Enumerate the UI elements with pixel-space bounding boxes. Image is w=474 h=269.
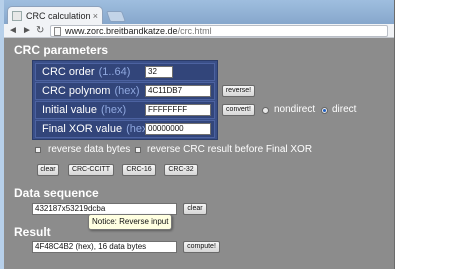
reverse-button[interactable]: reverse! bbox=[222, 85, 255, 97]
back-arrow-icon[interactable]: ◄ bbox=[8, 25, 18, 37]
browser-toolbar: ◄ ► ↻ www.zorc.breitbandkatze.de /crc.ht… bbox=[4, 24, 394, 38]
final-xor-label: Final XOR value (hex) bbox=[42, 123, 152, 135]
desktop-background bbox=[395, 0, 474, 269]
tab-title: CRC calculation bbox=[26, 11, 91, 21]
crc-16-button[interactable]: CRC-16 bbox=[122, 164, 156, 176]
url-path: /crc.html bbox=[177, 26, 212, 36]
close-tab-icon[interactable]: × bbox=[93, 11, 98, 21]
nondirect-radio[interactable] bbox=[262, 107, 269, 114]
clear-parameters-button[interactable]: clear bbox=[37, 164, 59, 176]
initial-value-input[interactable]: FFFFFFFF bbox=[145, 104, 211, 116]
crc-order-label: CRC order (1..64) bbox=[42, 66, 131, 78]
address-bar[interactable]: www.zorc.breitbandkatze.de /crc.html bbox=[50, 25, 388, 37]
reverse-crc-result-checkbox[interactable] bbox=[135, 147, 141, 153]
nondirect-label: nondirect bbox=[274, 104, 316, 115]
reverse-data-bytes-checkbox[interactable] bbox=[35, 147, 41, 153]
crc-polynom-input[interactable]: 4C11DB7 bbox=[145, 85, 211, 97]
tab-crc-calculation[interactable]: CRC calculation × bbox=[7, 6, 103, 25]
reverse-crc-result-label: reverse CRC result before Final XOR bbox=[147, 144, 313, 155]
new-tab-button[interactable] bbox=[105, 11, 127, 22]
page-icon bbox=[54, 26, 61, 36]
result-output[interactable]: 4F48C4B2 (hex), 16 data bytes bbox=[32, 241, 177, 253]
convert-button[interactable]: convert! bbox=[222, 104, 255, 116]
forward-arrow-icon[interactable]: ► bbox=[22, 25, 32, 37]
reverse-data-bytes-label: reverse data bytes bbox=[48, 144, 131, 155]
compute-button[interactable]: compute! bbox=[183, 241, 220, 253]
page-favicon-icon bbox=[12, 11, 22, 21]
data-sequence-heading: Data sequence bbox=[14, 186, 99, 200]
crc-32-button[interactable]: CRC-32 bbox=[164, 164, 198, 176]
initial-value-label: Initial value (hex) bbox=[42, 104, 127, 116]
url-host: www.zorc.breitbandkatze.de bbox=[65, 26, 178, 36]
result-heading: Result bbox=[14, 225, 51, 239]
crc-order-row: CRC order (1..64) bbox=[35, 63, 215, 81]
crc-order-input[interactable]: 32 bbox=[145, 66, 173, 78]
crc-ccitt-button[interactable]: CRC-CCITT bbox=[68, 164, 114, 176]
clear-data-button[interactable]: clear bbox=[183, 203, 207, 215]
crc-polynom-label: CRC polynom (hex) bbox=[42, 85, 140, 97]
tab-strip: CRC calculation × bbox=[4, 0, 394, 25]
input-tooltip: Notice: Reverse input bbox=[88, 214, 172, 230]
reload-icon[interactable]: ↻ bbox=[36, 25, 44, 37]
direct-label: direct bbox=[332, 104, 357, 115]
direct-radio[interactable] bbox=[321, 107, 328, 114]
page-content: CRC parameters CRC order (1..64) CRC poly… bbox=[4, 38, 394, 269]
crc-parameters-heading: CRC parameters bbox=[14, 43, 109, 57]
browser-window: CRC calculation × ◄ ► ↻ www.zorc.breitba… bbox=[4, 0, 395, 269]
final-xor-input[interactable]: 00000000 bbox=[145, 123, 211, 135]
